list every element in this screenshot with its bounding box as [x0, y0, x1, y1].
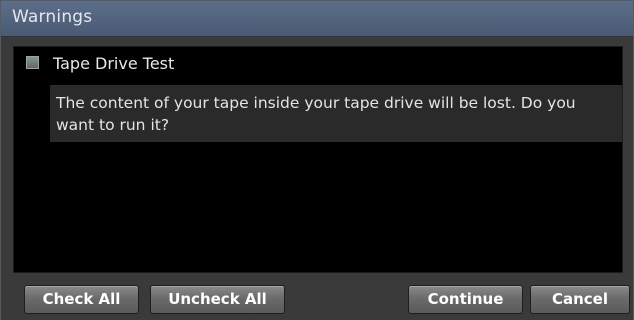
check-all-button[interactable]: Check All [24, 285, 139, 314]
warnings-dialog: Warnings Tape Drive Test The content of … [0, 0, 634, 320]
warning-list: Tape Drive Test The content of your tape… [13, 46, 623, 273]
dialog-title: Warnings [12, 7, 93, 27]
continue-button[interactable]: Continue [408, 285, 523, 314]
title-bar[interactable]: Warnings [1, 1, 633, 37]
item-label: Tape Drive Test [53, 54, 175, 73]
uncheck-all-button[interactable]: Uncheck All [150, 285, 285, 314]
cancel-button[interactable]: Cancel [530, 285, 630, 314]
item-checkbox[interactable] [26, 56, 39, 69]
button-bar: Check All Uncheck All Continue Cancel [1, 275, 633, 320]
item-description: The content of your tape inside your tap… [50, 85, 622, 142]
list-item[interactable]: Tape Drive Test [14, 47, 622, 81]
